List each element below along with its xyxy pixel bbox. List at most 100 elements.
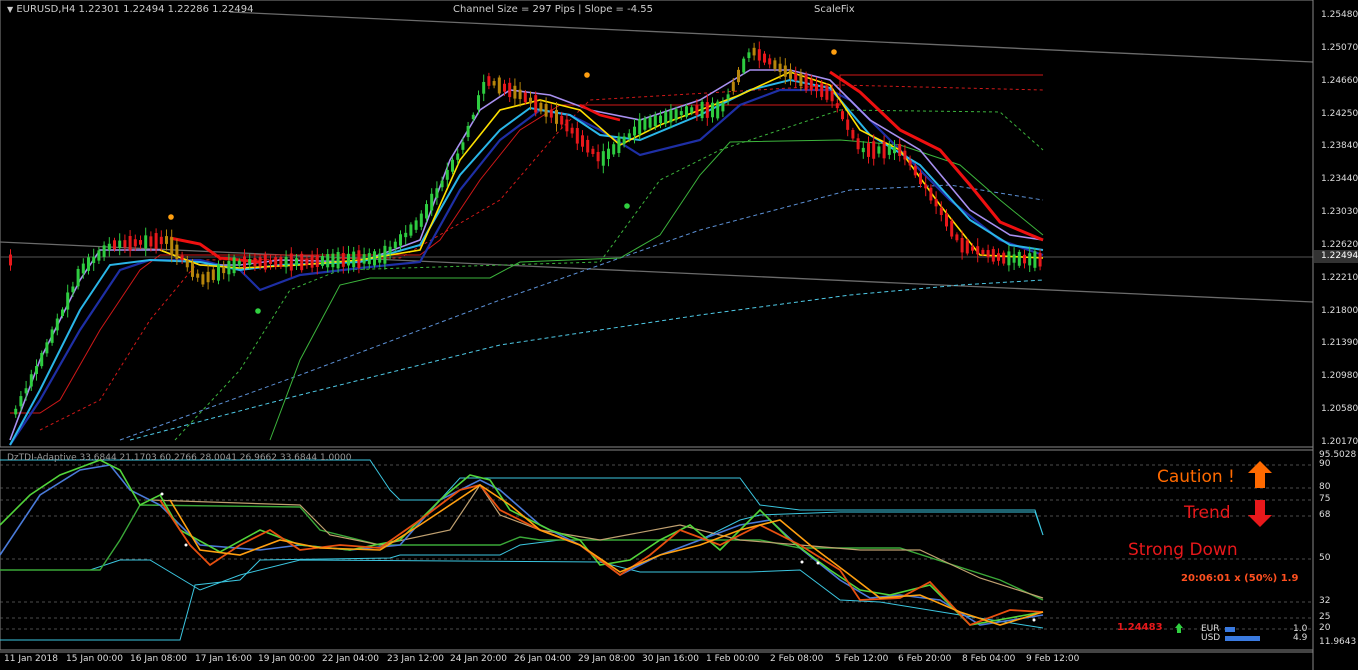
candle-body: [326, 254, 330, 268]
candle-body: [71, 286, 75, 293]
currency-usd-name: USD: [1201, 633, 1221, 643]
candle-body: [939, 207, 943, 216]
price-axis-label: 1.21800: [1321, 305, 1358, 316]
candle-body: [648, 117, 652, 128]
candle-body: [191, 262, 194, 277]
candle-body: [180, 255, 184, 260]
candle-body: [315, 255, 319, 267]
symbol-name: EURUSD,H4: [16, 4, 76, 15]
indicator-axis-label: 50: [1319, 553, 1331, 563]
scalefix-label[interactable]: ScaleFix: [814, 4, 855, 15]
candle-body: [960, 237, 964, 253]
price-axis-label: 1.25070: [1321, 42, 1358, 53]
candle-body: [861, 147, 865, 153]
candle-body: [804, 74, 808, 91]
candle-body: [1028, 253, 1032, 266]
candle-body: [763, 53, 766, 63]
candle-body: [664, 111, 668, 124]
candle-body: [347, 253, 350, 266]
currency-bar-usd: [1225, 636, 1260, 641]
candle-body: [633, 126, 636, 136]
candle-body: [321, 255, 324, 266]
candle-body: [607, 148, 610, 160]
candle-body: [742, 58, 746, 73]
candle-body: [945, 213, 948, 227]
candle-body: [76, 268, 80, 287]
candle-body: [357, 250, 361, 268]
indicator-title: DzTDI-Adaptive 33.6844 21.1703 60.2766 2…: [7, 453, 352, 463]
candle-body: [133, 239, 137, 247]
candle-body: [144, 235, 148, 249]
candle-body: [253, 258, 257, 266]
symbol-ohlc: 1.22301 1.22494 1.22286 1.22494: [78, 4, 254, 15]
candle-body: [149, 236, 153, 247]
candle-body: [809, 79, 813, 91]
candle-body: [113, 240, 116, 250]
candle-body: [14, 408, 18, 415]
indicator-axis-label: 75: [1319, 494, 1331, 504]
candle-body: [913, 166, 917, 176]
candle-body: [185, 260, 189, 268]
candle-body: [643, 118, 647, 130]
timer-label: 20:06:01 x (50%) 1.9: [1181, 573, 1299, 584]
candle-body: [295, 258, 298, 266]
candle-body: [425, 204, 428, 219]
indicator-axis-label: 20: [1319, 623, 1331, 633]
candle-body: [653, 115, 657, 127]
caution-label: Caution !: [1157, 467, 1235, 487]
candle-body: [586, 139, 590, 153]
time-axis-label: 19 Jan 00:00: [258, 654, 315, 664]
candle-body: [711, 102, 714, 118]
trading-chart[interactable]: [0, 0, 1358, 670]
candle-body: [24, 388, 28, 394]
time-axis-label: 24 Jan 20:00: [450, 654, 507, 664]
candle-body: [768, 58, 772, 65]
candle-body: [461, 142, 465, 150]
candle-body: [341, 252, 345, 267]
candle-body: [971, 246, 974, 251]
price-axis-label: 1.21390: [1321, 338, 1358, 349]
chevron-down-icon[interactable]: ▼: [7, 5, 13, 14]
candle-body: [378, 253, 382, 263]
candle-body: [534, 95, 538, 113]
candle-body: [716, 101, 720, 119]
candle-body: [851, 129, 855, 139]
candle-body: [591, 148, 595, 155]
time-axis-label: 29 Jan 08:00: [578, 654, 635, 664]
candle-body: [549, 109, 553, 118]
time-axis-label: 22 Jan 04:00: [322, 654, 379, 664]
candle-body: [503, 83, 506, 92]
candle-body: [61, 309, 64, 316]
candle-body: [1002, 252, 1006, 264]
candle-body: [305, 258, 309, 266]
candle-body: [799, 73, 803, 87]
candle-body: [206, 271, 210, 283]
candle-body: [409, 224, 413, 236]
candle-body: [555, 109, 558, 124]
candle-body: [35, 366, 38, 374]
candle-body: [789, 69, 792, 79]
candle-body: [612, 144, 616, 155]
indicator-axis-label: 32: [1319, 596, 1331, 606]
signal-dot-orange: [584, 72, 590, 78]
price-axis-label: 1.23440: [1321, 174, 1358, 185]
candle-body: [362, 254, 366, 264]
candle-body: [154, 233, 158, 249]
candle-body: [331, 253, 335, 268]
candle-body: [919, 172, 922, 185]
candle-body: [414, 220, 418, 230]
candle-body: [1023, 254, 1026, 264]
candle-body: [367, 253, 371, 265]
signal-dot-orange: [168, 214, 174, 220]
candle-body: [825, 85, 829, 100]
candle-body: [705, 102, 709, 118]
candle-body: [471, 114, 475, 120]
candle-body: [50, 329, 54, 343]
indicator-axis-label: 11.9643: [1319, 637, 1357, 647]
candle-body: [835, 103, 839, 109]
time-axis-label: 11 Jan 2018: [4, 654, 58, 664]
candle-body: [97, 250, 101, 261]
candle-body: [965, 240, 969, 254]
indicator-axis-label: 25: [1319, 612, 1331, 622]
candle-body: [757, 49, 761, 61]
